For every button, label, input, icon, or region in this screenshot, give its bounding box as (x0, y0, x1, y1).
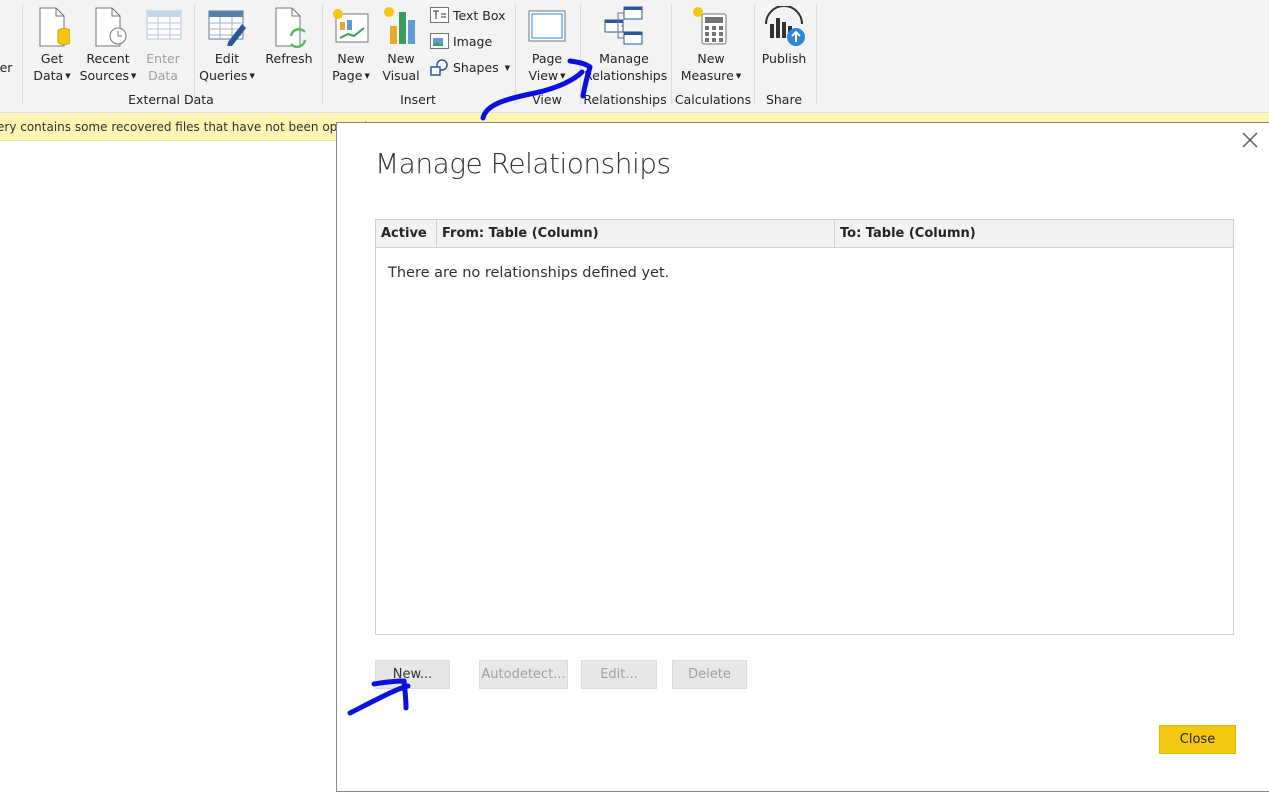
page-view-label-1: Page (531, 51, 563, 66)
recent-sources-icon (95, 7, 127, 47)
manage-relationships-dialog: Manage Relationships Active From: Table … (336, 122, 1269, 792)
manage-relationships-label-1: Manage (599, 51, 649, 66)
new-measure-button[interactable]: New Measure ▼ (676, 6, 746, 86)
new-visual-button[interactable]: New Visual (380, 6, 422, 86)
publish-icon (765, 6, 805, 46)
close-icon[interactable] (1237, 127, 1263, 153)
new-page-icon (333, 9, 369, 43)
page-view-icon (528, 10, 566, 42)
dialog-title: Manage Relationships (375, 147, 671, 180)
recent-sources-label-1: Recent (86, 51, 130, 66)
enter-data-label-1: Enter (146, 51, 180, 66)
delete-button[interactable]: Delete (672, 660, 747, 689)
new-page-label-2: Page ▼ (332, 68, 370, 83)
cut-label: er (0, 60, 13, 75)
manage-relationships-button[interactable]: Manage Relationships (584, 6, 668, 86)
column-header-from[interactable]: From: Table (Column) (436, 220, 834, 247)
ribbon: er Get Data ▼ Recent Sources ▼ Enter Dat… (0, 0, 1269, 113)
refresh-icon (275, 7, 307, 48)
view-group-label: View (532, 92, 562, 107)
ribbon-separator (580, 4, 581, 104)
page-view-label-2: View ▼ (528, 68, 566, 83)
ribbon-separator (194, 4, 195, 104)
shapes-label: Shapes ▼ (453, 60, 511, 75)
new-page-label-1: New (337, 51, 365, 66)
calculator-icon (693, 7, 727, 45)
new-visual-label-1: New (387, 51, 415, 66)
recent-sources-label-2: Sources ▼ (79, 68, 137, 83)
new-visual-icon (384, 7, 415, 44)
edit-queries-button[interactable]: Edit Queries ▼ (198, 6, 256, 86)
refresh-label: Refresh (265, 51, 313, 66)
get-data-icon (39, 7, 70, 47)
edit-queries-label-1: Edit (214, 51, 240, 66)
ribbon-separator (322, 4, 323, 104)
edit-queries-icon (208, 10, 246, 46)
enter-data-button[interactable]: Enter Data (142, 6, 184, 86)
empty-state-message: There are no relationships defined yet. (388, 265, 670, 281)
ribbon-separator (22, 4, 23, 104)
table-header: Active From: Table (Column) To: Table (C… (376, 220, 1233, 248)
calculations-group-label: Calculations (674, 92, 752, 107)
shapes-icon (430, 59, 448, 76)
new-measure-label-2: Measure ▼ (680, 68, 742, 83)
image-icon (430, 33, 449, 49)
publish-button[interactable]: Publish (758, 6, 810, 86)
table-icon (146, 10, 182, 40)
external-data-group-label: External Data (128, 92, 214, 107)
image-label: Image (453, 34, 493, 49)
new-visual-label-2: Visual (382, 68, 420, 83)
edit-button[interactable]: Edit... (581, 660, 657, 689)
column-header-active[interactable]: Active (376, 220, 436, 247)
ribbon-separator (816, 4, 817, 104)
share-group-label: Share (765, 92, 803, 107)
insert-group-label: Insert (400, 92, 436, 107)
recent-sources-button[interactable]: Recent Sources ▼ (78, 6, 138, 86)
new-measure-label-1: New (697, 51, 725, 66)
new-relationship-button[interactable]: New... (375, 660, 450, 689)
enter-data-label-2: Data (148, 68, 178, 83)
get-data-button[interactable]: Get Data ▼ (30, 6, 74, 86)
publish-label: Publish (761, 51, 807, 66)
new-page-button[interactable]: New Page ▼ (328, 6, 374, 86)
get-data-label-1: Get (40, 51, 64, 66)
column-header-to[interactable]: To: Table (Column) (834, 220, 1233, 247)
autodetect-button[interactable]: Autodetect... (479, 660, 568, 689)
manage-relationships-label-2: Relationships (584, 68, 668, 83)
get-data-label-2: Data ▼ (33, 68, 71, 83)
text-box-icon (430, 7, 449, 23)
edit-queries-label-2: Queries ▼ (199, 68, 255, 83)
manage-relationships-icon (604, 6, 643, 45)
relationships-table: Active From: Table (Column) To: Table (C… (375, 219, 1234, 635)
close-button[interactable]: Close (1159, 725, 1236, 754)
refresh-button[interactable]: Refresh (262, 6, 316, 86)
ribbon-separator (754, 4, 755, 104)
ribbon-separator (671, 4, 672, 104)
page-view-button[interactable]: Page View ▼ (522, 6, 572, 86)
text-box-label: Text Box (453, 8, 506, 23)
ribbon-separator (515, 4, 516, 104)
relationships-group-label: Relationships (583, 92, 667, 107)
infobar-message: ery contains some recovered files that h… (0, 120, 368, 134)
